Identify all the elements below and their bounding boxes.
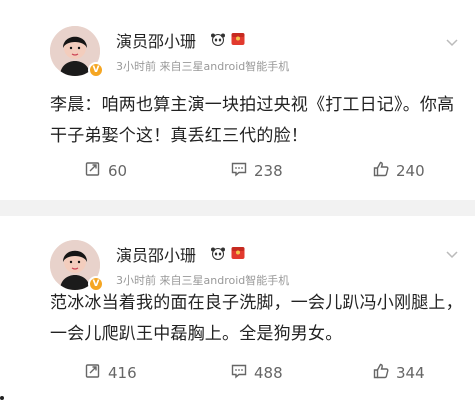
post-content: 李晨：咱两也算主演一块拍过央视《打工日记》。你高干子弟娶个这！真丢红三代的脸！ (50, 95, 455, 146)
comment-button[interactable]: 238 (230, 160, 283, 182)
comment-button[interactable]: 488 (230, 362, 283, 384)
user-badges (210, 31, 246, 46)
post-content: 范冰冰当着我的面在良子洗脚，一会儿趴冯小刚腿上，一会儿爬趴王中磊胸上。全是狗男女… (50, 293, 463, 344)
comment-icon (230, 362, 248, 384)
repost-icon (84, 362, 102, 384)
comment-count: 488 (254, 364, 283, 382)
user-badges (210, 245, 246, 260)
dot-mark (0, 396, 4, 400)
repost-button[interactable]: 60 (84, 160, 127, 182)
like-button[interactable]: 344 (372, 362, 425, 384)
chevron-down-icon[interactable] (445, 246, 459, 260)
chevron-down-icon[interactable] (445, 34, 459, 48)
repost-button[interactable]: 416 (84, 362, 137, 384)
comment-count: 238 (254, 162, 283, 180)
post-separator (0, 200, 475, 216)
redpacket-icon (230, 245, 246, 259)
post-actions: 60 238 240 (0, 160, 475, 184)
like-count: 240 (396, 162, 425, 180)
like-icon (372, 362, 390, 384)
like-button[interactable]: 240 (372, 160, 425, 182)
post-meta: 3小时前 来自三星android智能手机 (116, 60, 290, 73)
verified-badge-icon: V (88, 62, 104, 78)
post-meta: 3小时前 来自三星android智能手机 (116, 274, 290, 287)
repost-count: 60 (108, 162, 128, 180)
post-actions: 416 488 344 (0, 362, 475, 386)
redpacket-icon (230, 31, 246, 45)
comment-icon (230, 160, 248, 182)
username[interactable]: 演员邵小珊 (116, 28, 196, 52)
username[interactable]: 演员邵小珊 (116, 242, 196, 266)
like-icon (372, 160, 390, 182)
panda-icon (210, 31, 226, 46)
repost-count: 416 (108, 364, 137, 382)
like-count: 344 (396, 364, 425, 382)
repost-icon (84, 160, 102, 182)
panda-icon (210, 245, 226, 260)
weibo-post-1: V 演员邵小珊 3小时前 来自三星android智能手机 李晨：咱两也算主演一块… (0, 0, 475, 200)
